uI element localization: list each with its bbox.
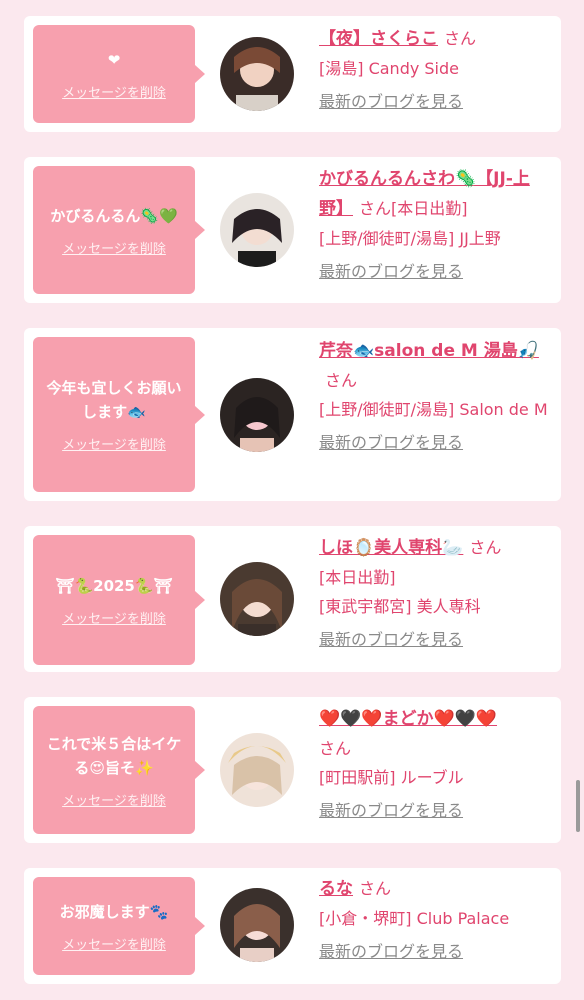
- profile-info: しほ🪞美人専科🦢 さん [本日出勤] [東武宇都宮] 美人専科 最新のブログを見る: [319, 533, 549, 654]
- message-card: これで米５合はイケる😍旨そ✨ メッセージを削除 ❤️🖤❤️まどか❤️🖤❤️ さん…: [24, 697, 561, 843]
- avatar[interactable]: [220, 733, 294, 807]
- message-card: ⛩🐍2025🐍⛩ メッセージを削除 しほ🪞美人専科🦢 さん [本日出勤] [東武宇…: [24, 526, 561, 672]
- delete-message-link[interactable]: メッセージを削除: [62, 934, 166, 953]
- message-text: お邪魔します🐾: [59, 902, 169, 921]
- scrollbar[interactable]: [576, 780, 580, 832]
- latest-blog-link[interactable]: 最新のブログを見る: [319, 801, 463, 820]
- message-bubble: かびるんるん🦠💚 メッセージを削除: [33, 166, 205, 294]
- avatar[interactable]: [220, 888, 294, 962]
- message-text: ⛩🐍2025🐍⛩: [55, 576, 173, 595]
- delete-message-link[interactable]: メッセージを削除: [62, 82, 166, 101]
- shop-info: [町田駅前] ルーブル: [319, 768, 464, 787]
- avatar[interactable]: [220, 562, 294, 636]
- profile-info: 【夜】さくらこ さん [湯島] Candy Side 最新のブログを見る: [319, 24, 549, 116]
- profile-info: ❤️🖤❤️まどか❤️🖤❤️ さん [町田駅前] ルーブル 最新のブログを見る: [319, 704, 549, 825]
- latest-blog-link[interactable]: 最新のブログを見る: [319, 92, 463, 111]
- profile-name-link[interactable]: しほ🪞美人専科🦢: [319, 538, 463, 558]
- message-text: ❤: [107, 50, 121, 69]
- honorific: さん: [469, 538, 502, 557]
- message-text: これで米５合はイケる😍旨そ✨: [46, 734, 182, 777]
- message-bubble: お邪魔します🐾 メッセージを削除: [33, 877, 205, 975]
- message-text: かびるんるん🦠💚: [50, 206, 178, 225]
- profile-info: るな さん [小倉・堺町] Club Palace 最新のブログを見る: [319, 874, 549, 966]
- shop-info: [東武宇都宮] 美人専科: [319, 597, 481, 616]
- message-card: 今年も宜しくお願いします🐟 メッセージを削除 芹奈🐟salon de M 湯島🎣…: [24, 328, 561, 501]
- delete-message-link[interactable]: メッセージを削除: [62, 608, 166, 627]
- delete-message-link[interactable]: メッセージを削除: [62, 790, 166, 809]
- profile-name-link[interactable]: ❤️🖤❤️まどか❤️🖤❤️: [319, 709, 497, 729]
- message-card: かびるんるん🦠💚 メッセージを削除 かびるんるんさわ🦠【JJ-上野】 さん[本日出…: [24, 157, 561, 303]
- shop-info: [湯島] Candy Side: [319, 59, 460, 78]
- delete-message-link[interactable]: メッセージを削除: [62, 434, 166, 453]
- honorific: さん: [325, 371, 358, 390]
- honorific: さん: [359, 199, 392, 218]
- status-badge: [本日出勤]: [319, 568, 396, 587]
- avatar[interactable]: [220, 378, 294, 452]
- profile-info: 芹奈🐟salon de M 湯島🎣 さん [上野/御徒町/湯島] Salon de…: [319, 336, 549, 457]
- message-text: 今年も宜しくお願いします🐟: [46, 379, 182, 421]
- delete-message-link[interactable]: メッセージを削除: [62, 238, 166, 257]
- shop-info: [上野/御徒町/湯島] Salon de M: [319, 400, 548, 419]
- shop-info: [小倉・堺町] Club Palace: [319, 909, 510, 928]
- honorific: さん: [359, 879, 392, 898]
- profile-info: かびるんるんさわ🦠【JJ-上野】 さん[本日出勤] [上野/御徒町/湯島] JJ上…: [319, 164, 549, 286]
- latest-blog-link[interactable]: 最新のブログを見る: [319, 433, 463, 452]
- latest-blog-link[interactable]: 最新のブログを見る: [319, 262, 463, 281]
- message-bubble: 今年も宜しくお願いします🐟 メッセージを削除: [33, 337, 205, 492]
- status-badge: [本日出勤]: [391, 199, 468, 218]
- profile-name-link[interactable]: 芹奈🐟salon de M 湯島🎣: [319, 341, 539, 361]
- avatar[interactable]: [220, 193, 294, 267]
- shop-info: [上野/御徒町/湯島] JJ上野: [319, 229, 501, 248]
- latest-blog-link[interactable]: 最新のブログを見る: [319, 630, 463, 649]
- message-bubble: ⛩🐍2025🐍⛩ メッセージを削除: [33, 535, 205, 665]
- avatar[interactable]: [220, 37, 294, 111]
- profile-name-link[interactable]: るな: [319, 879, 353, 899]
- honorific: さん: [319, 739, 352, 758]
- message-card: ❤ メッセージを削除 【夜】さくらこ さん [湯島] Candy Side 最新の…: [24, 16, 561, 132]
- message-bubble: ❤ メッセージを削除: [33, 25, 205, 123]
- message-bubble: これで米５合はイケる😍旨そ✨ メッセージを削除: [33, 706, 205, 834]
- honorific: さん: [444, 29, 477, 48]
- latest-blog-link[interactable]: 最新のブログを見る: [319, 942, 463, 961]
- message-card: お邪魔します🐾 メッセージを削除 るな さん [小倉・堺町] Club Palac…: [24, 868, 561, 984]
- profile-name-link[interactable]: 【夜】さくらこ: [319, 29, 438, 49]
